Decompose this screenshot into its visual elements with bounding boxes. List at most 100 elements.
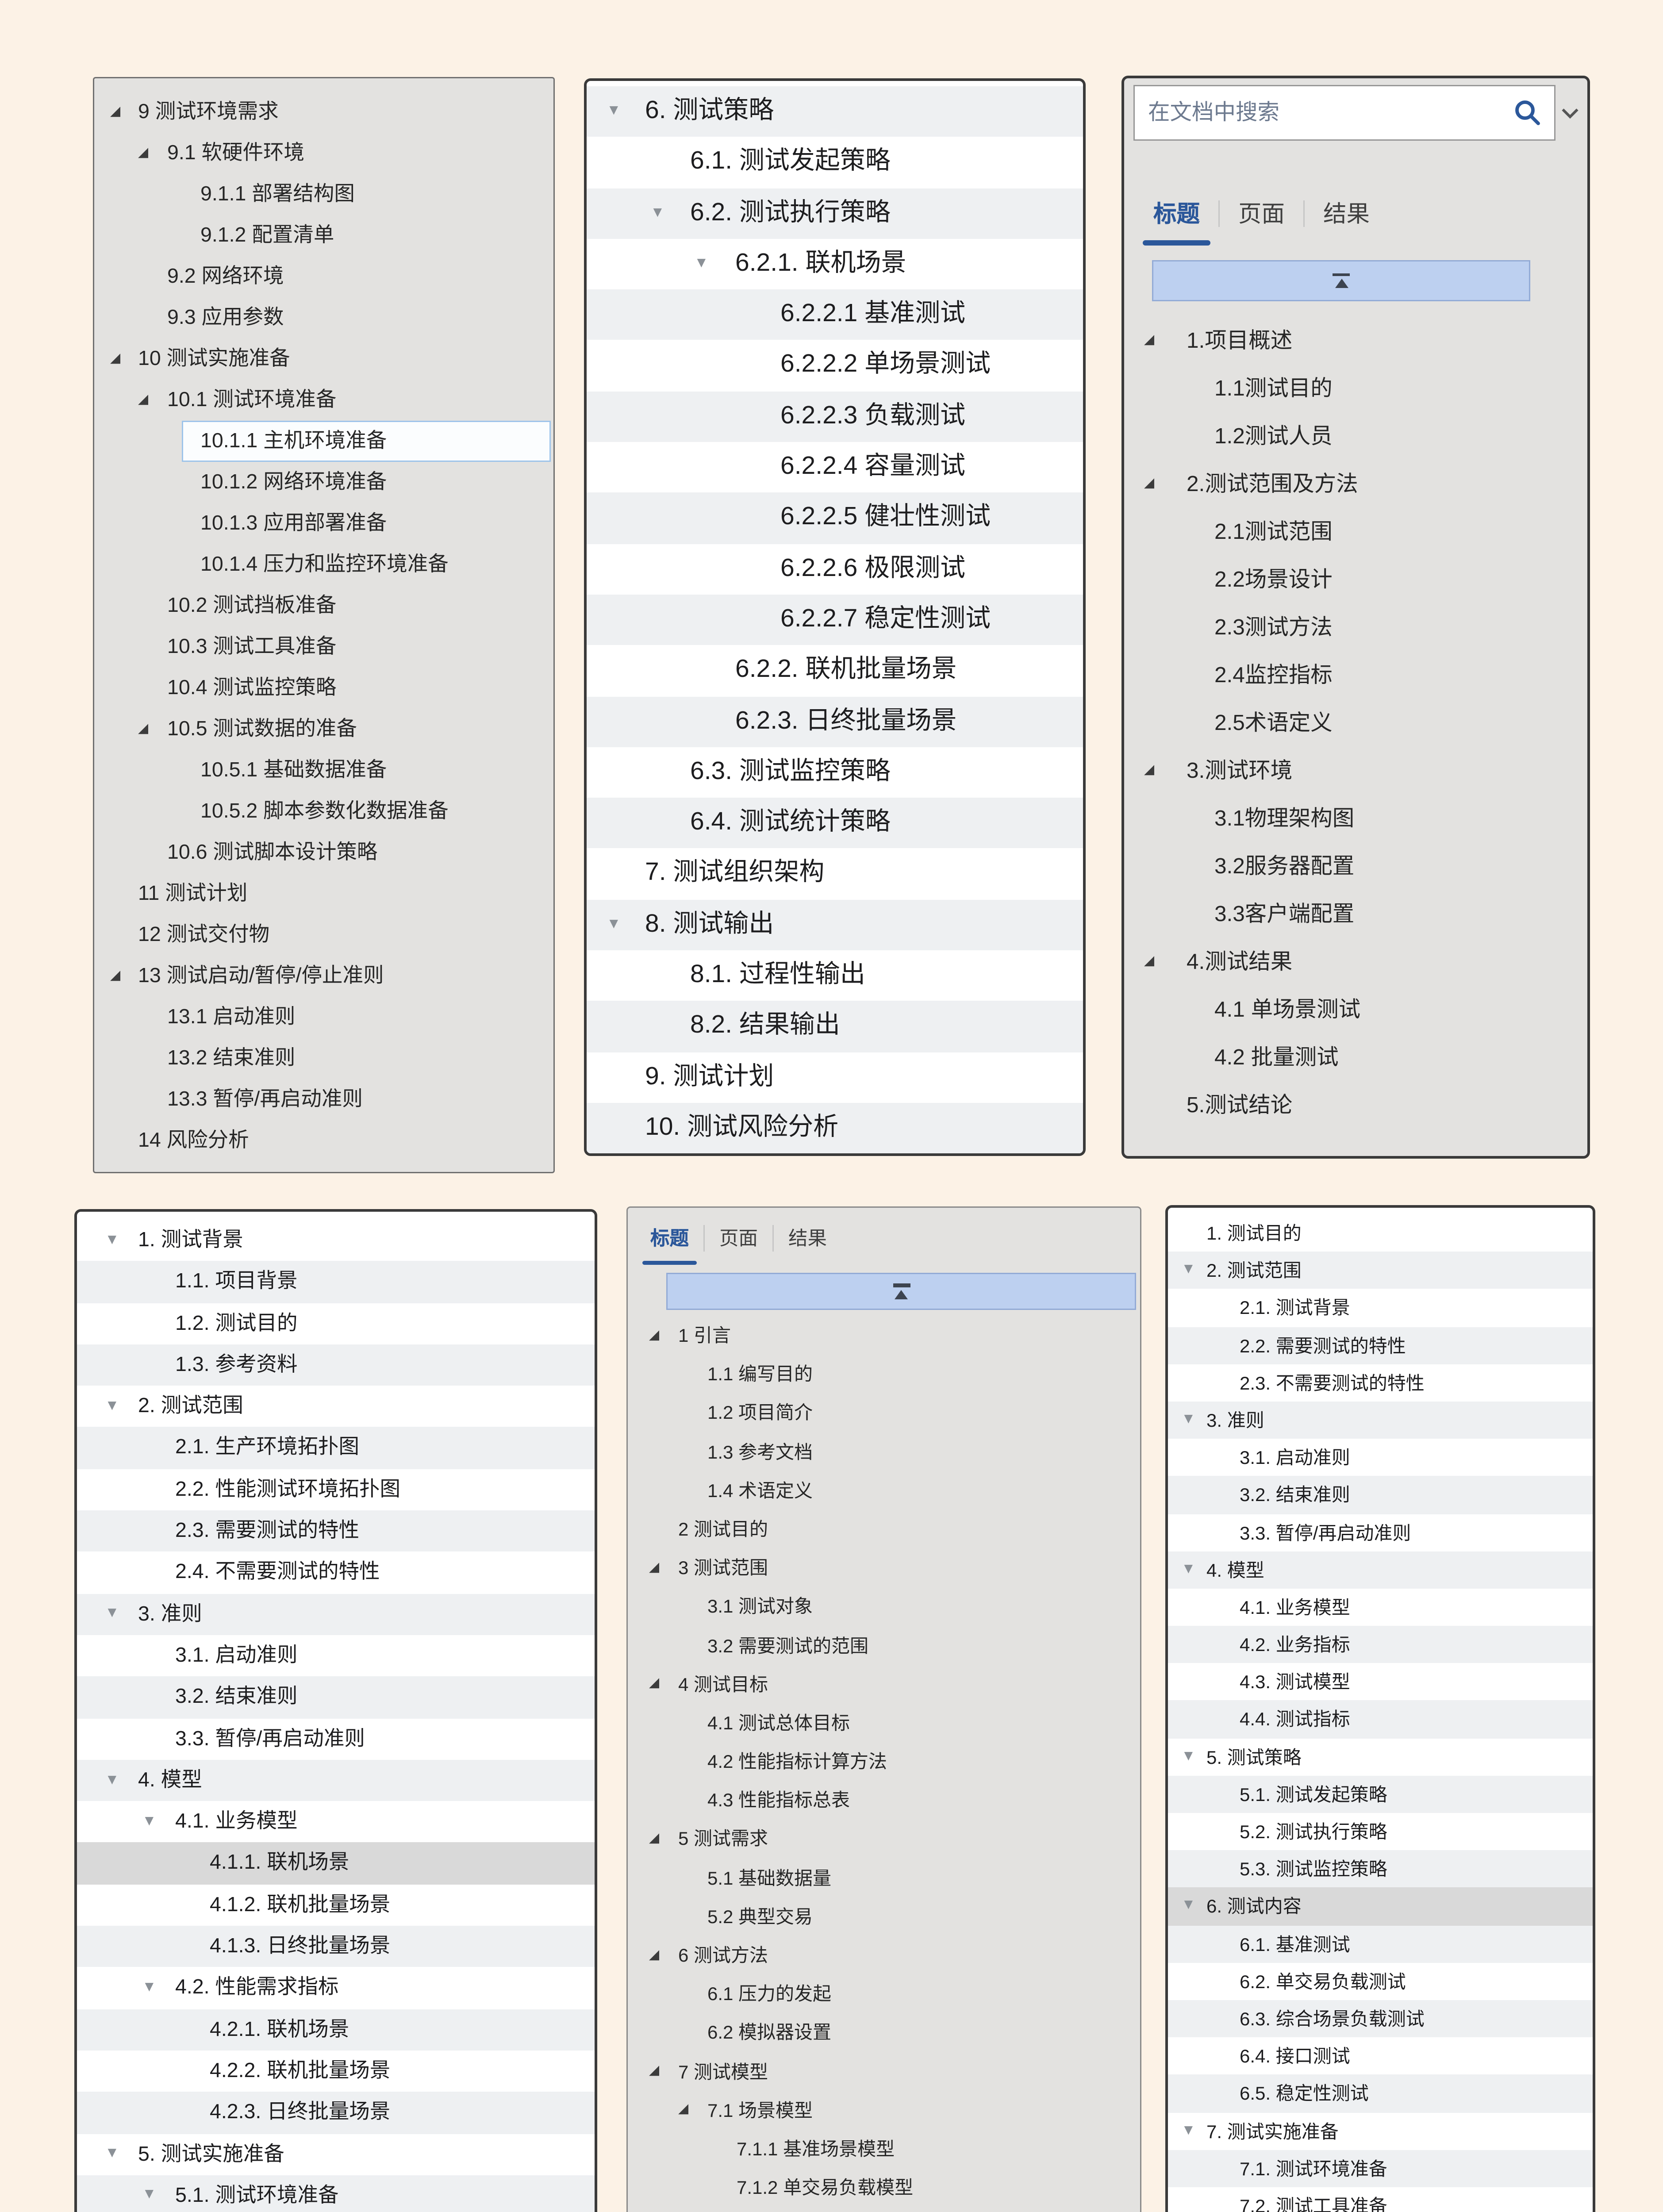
outline-item[interactable]: 4.2 批量测试: [1124, 1034, 1587, 1082]
outline-item[interactable]: 10.3 测试工具准备: [94, 626, 553, 668]
outline-item[interactable]: ▼2. 测试范围: [77, 1386, 595, 1428]
outline-item[interactable]: 6.2.2.1 基准测试: [587, 290, 1083, 341]
outline-item[interactable]: 6.2.3. 日终批量场景: [587, 696, 1083, 747]
outline-item[interactable]: ◢1 引言: [628, 1317, 1140, 1356]
outline-item[interactable]: ▼6. 测试策略: [587, 86, 1083, 137]
outline-item[interactable]: 13.1 启动准则: [94, 997, 553, 1038]
collapse-arrow-icon[interactable]: ▼: [105, 1399, 119, 1413]
outline-item[interactable]: 8.1. 过程性输出: [587, 950, 1083, 1001]
outline-item[interactable]: 10.1.1 主机环境准备: [94, 421, 553, 462]
jump-to-top-button[interactable]: [1152, 260, 1530, 301]
outline-item[interactable]: 11 测试计划: [94, 873, 553, 914]
outline-item[interactable]: ▼1. 测试背景: [77, 1220, 595, 1261]
outline-item[interactable]: 14 风险分析: [94, 1120, 553, 1161]
outline-item[interactable]: 6.2.2.2 单场景测试: [587, 340, 1083, 391]
outline-item[interactable]: 8.2. 结果输出: [587, 1001, 1083, 1052]
outline-item[interactable]: 4.2.3. 日终批量场景: [77, 2092, 595, 2134]
collapse-arrow-icon[interactable]: ▼: [607, 918, 621, 932]
outline-item[interactable]: 7.1. 测试环境准备: [1168, 2150, 1593, 2187]
outline-item[interactable]: ◢1.项目概述: [1124, 317, 1587, 365]
outline-item[interactable]: ▼4. 模型: [77, 1760, 595, 1801]
outline-item[interactable]: 1.4 术语定义: [628, 1471, 1140, 1510]
outline-item[interactable]: 6.2.2.6 极限测试: [587, 544, 1083, 595]
collapse-arrow-icon[interactable]: ▼: [694, 257, 709, 271]
outline-item[interactable]: ▼5. 测试实施准备: [77, 2134, 595, 2175]
outline-item[interactable]: 9.1.2 配置清单: [94, 215, 553, 256]
outline-item[interactable]: 6.1. 测试发起策略: [587, 137, 1083, 188]
outline-item[interactable]: 2.1. 生产环境拓扑图: [77, 1427, 595, 1469]
collapse-arrow-icon[interactable]: ◢: [1144, 955, 1154, 968]
outline-item[interactable]: ▼6. 测试内容: [1168, 1888, 1593, 1925]
outline-item[interactable]: 7.1.3 混合场景模拟: [628, 2208, 1140, 2212]
outline-item[interactable]: ▼3. 准则: [1168, 1402, 1593, 1439]
outline-item[interactable]: 2.2场景设计: [1124, 556, 1587, 604]
outline-item[interactable]: 10.2 测试挡板准备: [94, 585, 553, 626]
outline-item[interactable]: 6.2 模拟器设置: [628, 2014, 1140, 2053]
outline-item[interactable]: 13.3 暂停/再启动准则: [94, 1079, 553, 1120]
outline-item[interactable]: 4.1. 业务模型: [1168, 1589, 1593, 1626]
collapse-arrow-icon[interactable]: ▼: [607, 104, 621, 119]
outline-item[interactable]: 4.2.1. 联机场景: [77, 2009, 595, 2051]
outline-item[interactable]: 4.1.2. 联机批量场景: [77, 1884, 595, 1926]
outline-item[interactable]: 3.3. 暂停/再启动准则: [77, 1718, 595, 1760]
outline-item[interactable]: ◢4.测试结果: [1124, 938, 1587, 986]
outline-item[interactable]: 4.2 性能指标计算方法: [628, 1743, 1140, 1782]
search-icon[interactable]: [1512, 97, 1544, 129]
outline-item[interactable]: 9.3 应用参数: [94, 297, 553, 338]
outline-item[interactable]: 4.4. 测试指标: [1168, 1701, 1593, 1738]
jump-to-top-button[interactable]: [666, 1273, 1136, 1310]
collapse-arrow-icon[interactable]: ▼: [1181, 1562, 1196, 1577]
collapse-arrow-icon[interactable]: ▼: [650, 206, 665, 220]
collapse-arrow-icon[interactable]: ◢: [649, 2065, 659, 2078]
outline-item[interactable]: 6.3. 测试监控策略: [587, 747, 1083, 798]
outline-item[interactable]: 5.2 典型交易: [628, 1897, 1140, 1936]
outline-item[interactable]: 10.6 测试脚本设计策略: [94, 832, 553, 873]
collapse-arrow-icon[interactable]: ◢: [678, 2104, 688, 2117]
outline-item[interactable]: ▼6.2. 测试执行策略: [587, 188, 1083, 239]
outline-item[interactable]: ◢10 测试实施准备: [94, 338, 553, 380]
collapse-arrow-icon[interactable]: ▼: [1181, 1413, 1196, 1427]
outline-item[interactable]: ▼6.2.1. 联机场景: [587, 239, 1083, 290]
collapse-arrow-icon[interactable]: ◢: [649, 1562, 659, 1575]
outline-item[interactable]: 4.2.2. 联机批量场景: [77, 2051, 595, 2092]
collapse-arrow-icon[interactable]: ◢: [138, 393, 148, 407]
collapse-arrow-icon[interactable]: ◢: [110, 105, 120, 119]
outline-item[interactable]: ▼7. 测试实施准备: [1168, 2112, 1593, 2150]
outline-item[interactable]: ◢5 测试需求: [628, 1820, 1140, 1859]
outline-item[interactable]: 1.2测试人员: [1124, 413, 1587, 461]
outline-item[interactable]: 3.1物理架构图: [1124, 795, 1587, 843]
outline-item[interactable]: 5.2. 测试执行策略: [1168, 1813, 1593, 1851]
outline-item[interactable]: 6.4. 测试统计策略: [587, 798, 1083, 849]
outline-item[interactable]: 12 测试交付物: [94, 914, 553, 956]
outline-item[interactable]: 1.1 编写目的: [628, 1356, 1140, 1394]
outline-item[interactable]: 3.2 需要测试的范围: [628, 1627, 1140, 1666]
outline-item[interactable]: 2.5术语定义: [1124, 699, 1587, 747]
outline-item[interactable]: 1.2. 测试目的: [77, 1303, 595, 1344]
tab-headings[interactable]: 标题: [1135, 194, 1218, 232]
outline-item[interactable]: 2.1测试范围: [1124, 508, 1587, 556]
outline-item[interactable]: 3.1. 启动准则: [77, 1635, 595, 1677]
outline-item[interactable]: 13.2 结束准则: [94, 1038, 553, 1079]
outline-item[interactable]: 6.1 压力的发起: [628, 1975, 1140, 2014]
outline-item[interactable]: ◢7 测试模型: [628, 2053, 1140, 2092]
collapse-arrow-icon[interactable]: ▼: [142, 1814, 157, 1829]
outline-item[interactable]: 1.1测试目的: [1124, 365, 1587, 413]
outline-item[interactable]: 1.2 项目简介: [628, 1394, 1140, 1433]
outline-item[interactable]: ◢9.1 软硬件环境: [94, 133, 553, 174]
outline-item[interactable]: 4.1.1. 联机场景: [77, 1843, 595, 1884]
outline-item[interactable]: 4.1 测试总体目标: [628, 1704, 1140, 1743]
outline-item[interactable]: ◢13 测试启动/暂停/停止准则: [94, 956, 553, 997]
chevron-down-icon[interactable]: [1559, 107, 1581, 119]
search-box[interactable]: [1133, 85, 1555, 141]
outline-item[interactable]: ▼3. 准则: [77, 1594, 595, 1635]
collapse-arrow-icon[interactable]: ◢: [138, 146, 148, 160]
collapse-arrow-icon[interactable]: ◢: [138, 722, 148, 736]
outline-item[interactable]: ▼5. 测试策略: [1168, 1738, 1593, 1776]
outline-item[interactable]: ◢6 测试方法: [628, 1936, 1140, 1975]
collapse-arrow-icon[interactable]: ▼: [105, 1773, 119, 1787]
outline-item[interactable]: 2.1. 测试背景: [1168, 1289, 1593, 1327]
outline-item[interactable]: 1. 测试目的: [1168, 1214, 1593, 1252]
outline-item[interactable]: 1.3 参考文档: [628, 1433, 1140, 1472]
outline-item[interactable]: ▼4.2. 性能需求指标: [77, 1967, 595, 2009]
collapse-arrow-icon[interactable]: ▼: [105, 2147, 119, 2161]
